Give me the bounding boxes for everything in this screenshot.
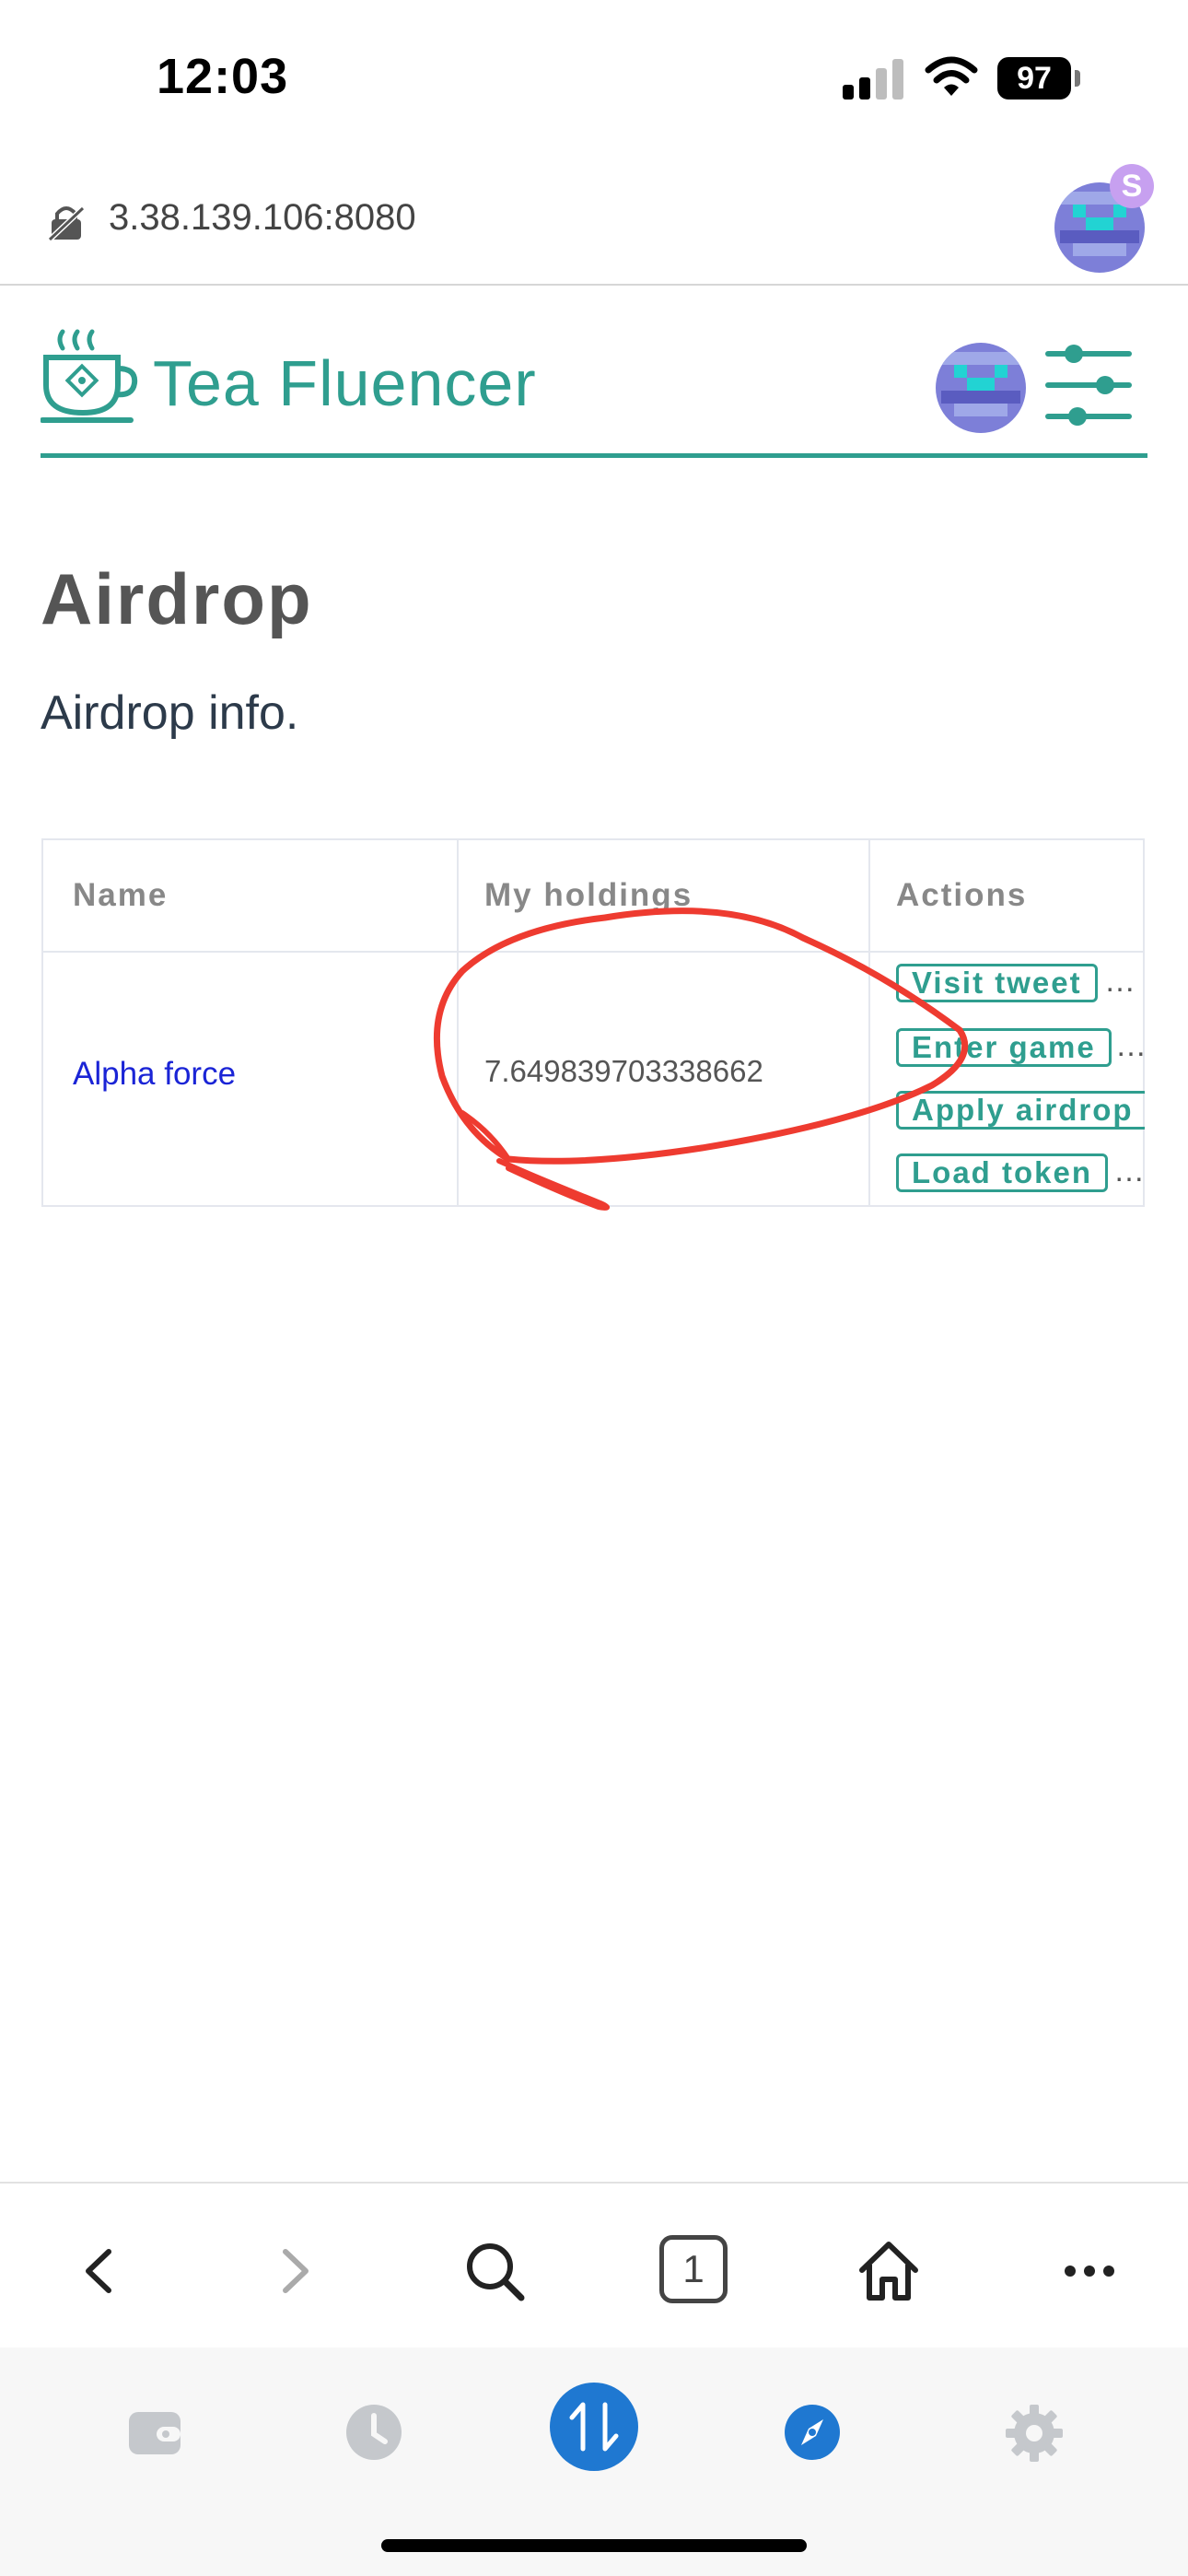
cell-actions: Visit tweet … Enter game … Apply airdrop… (868, 951, 1145, 1205)
enter-game-button[interactable]: Enter game (896, 1028, 1112, 1067)
status-time: 12:03 (157, 49, 289, 104)
apply-airdrop-button[interactable]: Apply airdrop (896, 1091, 1145, 1130)
airdrop-name-link[interactable]: Alpha force (73, 1056, 236, 1093)
cell-name: Alpha force (43, 951, 459, 1205)
sliders-icon[interactable] (1044, 341, 1133, 429)
ellipsis: … (1115, 1028, 1145, 1063)
page-subtitle: Airdrop info. (41, 686, 299, 740)
ellipsis: … (1104, 964, 1136, 999)
signal-icon (843, 59, 903, 100)
column-header: Name (73, 877, 169, 913)
search-icon[interactable] (462, 2239, 527, 2303)
browser-url-bar[interactable]: 3.38.139.106:8080 S (0, 157, 1188, 286)
back-icon[interactable] (66, 2239, 131, 2303)
header-cell-actions: Actions (868, 840, 1145, 951)
page-title: Airdrop (41, 558, 313, 639)
gear-icon[interactable] (1004, 2403, 1065, 2464)
battery-indicator: 97 (997, 57, 1082, 100)
table-row: Alpha force 7.649839703338662 Visit twee… (43, 951, 1145, 1205)
profile-badge: S (1110, 164, 1154, 208)
battery-level: 97 (997, 57, 1071, 100)
site-header: Tea Fluencer (41, 324, 1147, 458)
wallet-icon[interactable] (125, 2403, 184, 2462)
action-visit-tweet: Visit tweet … (896, 964, 1136, 1002)
home-indicator (381, 2539, 807, 2552)
column-header: My holdings (484, 877, 693, 913)
swap-icon[interactable] (550, 2383, 638, 2471)
forward-icon[interactable] (263, 2239, 328, 2303)
cell-holdings: 7.649839703338662 (457, 951, 870, 1205)
tabs-button[interactable]: 1 (659, 2235, 728, 2303)
more-icon[interactable] (1057, 2239, 1122, 2303)
battery-nub (1075, 70, 1080, 87)
holdings-value: 7.649839703338662 (484, 1054, 763, 1088)
ellipsis: … (1113, 1153, 1145, 1188)
compass-icon[interactable] (785, 2405, 840, 2460)
visit-tweet-button[interactable]: Visit tweet (896, 964, 1098, 1002)
user-avatar[interactable] (936, 343, 1026, 433)
status-bar: 12:03 97 (0, 0, 1188, 157)
browser-toolbar: 1 (0, 2182, 1188, 2349)
action-enter-game: Enter game … (896, 1028, 1145, 1067)
load-token-button[interactable]: Load token (896, 1153, 1109, 1192)
table-header-row: Name My holdings Actions (43, 840, 1143, 953)
header-cell-holdings: My holdings (457, 840, 870, 951)
column-header: Actions (896, 877, 1028, 913)
url-text[interactable]: 3.38.139.106:8080 (109, 197, 416, 239)
action-load-token: Load token … (896, 1153, 1145, 1192)
wifi-icon (925, 56, 978, 96)
header-cell-name: Name (43, 840, 459, 951)
action-apply-airdrop: Apply airdrop (896, 1091, 1145, 1130)
lock-slash-icon (47, 205, 86, 242)
airdrop-table: Name My holdings Actions Alpha force 7.6… (41, 838, 1145, 1207)
clock-icon[interactable] (344, 2403, 403, 2462)
home-icon[interactable] (856, 2239, 921, 2303)
site-brand[interactable]: Tea Fluencer (153, 346, 537, 420)
tea-cup-icon (41, 329, 138, 423)
